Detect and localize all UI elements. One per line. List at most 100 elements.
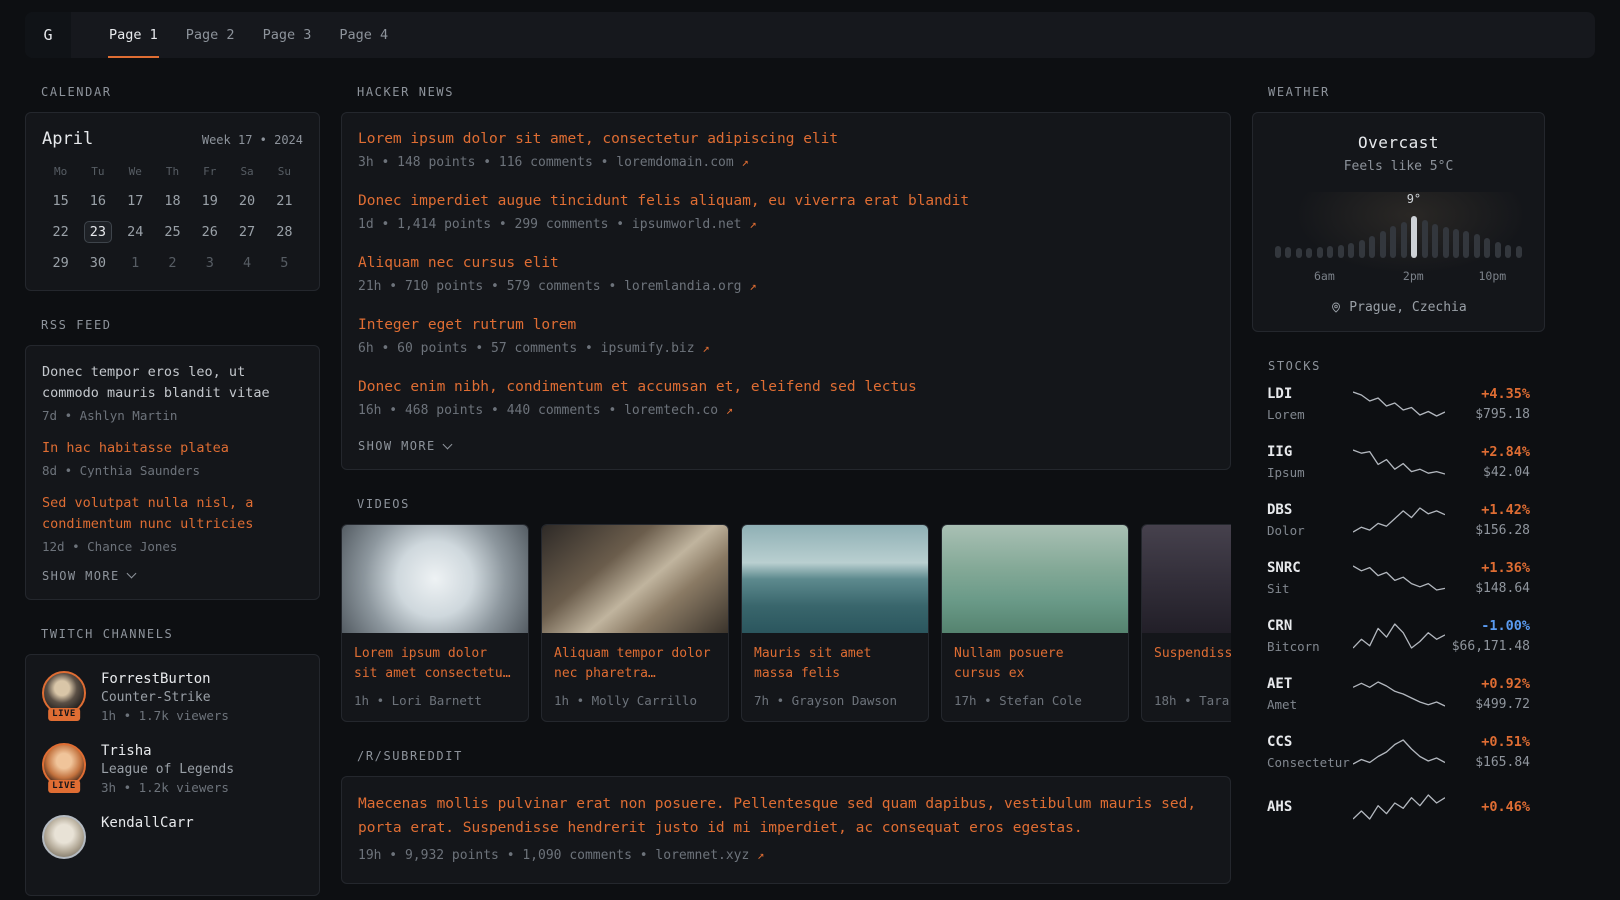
stock-row[interactable]: DBS Dolor +1.42% $156.28: [1267, 502, 1530, 538]
rss-item-title[interactable]: In hac habitasse platea: [42, 438, 303, 459]
meta-text: 19h • 9,932 points • 1,090 comments • lo…: [358, 848, 749, 863]
calendar-day: 29: [42, 252, 79, 274]
rss-item-meta: 8d • Cynthia Saunders: [42, 463, 303, 478]
stock-price: $156.28: [1445, 523, 1531, 538]
stock-row[interactable]: IIG Ipsum +2.84% $42.04: [1267, 444, 1530, 480]
video-title[interactable]: Mauris sit amet massa felis: [754, 644, 916, 685]
day-header-mo: Mo: [42, 165, 79, 178]
video-card[interactable]: Nullam posuere cursus ex 17h • Stefan Co…: [941, 524, 1129, 722]
channel-meta: 1h • 1.7k viewers: [101, 708, 229, 723]
hackernews-item-title[interactable]: Aliquam nec cursus elit: [358, 253, 1214, 274]
external-link-icon[interactable]: ↗: [726, 403, 733, 417]
video-meta: 17h • Stefan Cole: [954, 693, 1116, 708]
channel-name[interactable]: ForrestBurton: [101, 671, 229, 687]
stock-id: AET Amet: [1267, 676, 1353, 712]
stock-row[interactable]: AET Amet +0.92% $499.72: [1267, 676, 1530, 712]
video-card[interactable]: Suspendisse diam 18h • Tara: [1141, 524, 1231, 722]
stock-price: $66,171.48: [1445, 639, 1531, 654]
weather-widget: Overcast Feels like 5°C 9° 6am 2pm 10pm …: [1252, 112, 1545, 332]
subreddit-item-title[interactable]: Maecenas mollis pulvinar erat non posuer…: [358, 793, 1214, 841]
day-header-su: Su: [266, 165, 303, 178]
video-thumbnail[interactable]: [1142, 525, 1231, 633]
hackernews-item-title[interactable]: Lorem ipsum dolor sit amet, consectetur …: [358, 129, 1214, 150]
calendar-day-next-month: 2: [154, 252, 191, 274]
video-card[interactable]: Aliquam tempor dolor nec pharetra… 1h • …: [541, 524, 729, 722]
day-header-th: Th: [154, 165, 191, 178]
hackernews-section-title: HACKER NEWS: [357, 85, 1231, 99]
video-meta: 7h • Grayson Dawson: [754, 693, 916, 708]
day-header-we: We: [117, 165, 154, 178]
stock-sparkline: [1353, 621, 1445, 651]
meta-text: 16h • 468 points • 440 comments • loremt…: [358, 403, 718, 418]
video-thumbnail[interactable]: [342, 525, 528, 633]
video-meta: 18h • Tara: [1154, 693, 1231, 708]
stock-name: Bitcorn: [1267, 639, 1353, 654]
video-meta: 1h • Molly Carrillo: [554, 693, 716, 708]
channel-info: Trisha League of Legends 3h • 1.2k viewe…: [101, 743, 234, 795]
video-body: Lorem ipsum dolor sit amet consectetu… 1…: [342, 633, 528, 721]
twitch-channel-row[interactable]: LIVE ForrestBurton Counter-Strike 1h • 1…: [42, 671, 303, 723]
meta-text: 3h • 148 points • 116 comments • loremdo…: [358, 155, 734, 170]
stock-row[interactable]: CCS Consectetur +0.51% $165.84: [1267, 734, 1530, 770]
weather-current-temp: 9°: [1407, 192, 1421, 206]
stock-row[interactable]: LDI Lorem +4.35% $795.18: [1267, 386, 1530, 422]
external-link-icon[interactable]: ↗: [749, 217, 756, 231]
stock-symbol: AHS: [1267, 799, 1353, 815]
hackernews-item-title[interactable]: Donec imperdiet augue tincidunt felis al…: [358, 191, 1214, 212]
twitch-section-title: TWITCH CHANNELS: [41, 627, 320, 641]
hackernews-item-title[interactable]: Donec enim nibh, condimentum et accumsan…: [358, 377, 1214, 398]
calendar-day: 30: [79, 252, 116, 274]
twitch-channel-row[interactable]: KendallCarr: [42, 815, 303, 859]
video-card[interactable]: Mauris sit amet massa felis 7h • Grayson…: [741, 524, 929, 722]
tab-page-1[interactable]: Page 1: [108, 12, 159, 58]
stock-values: +1.36% $148.64: [1445, 560, 1531, 596]
stock-values: -1.00% $66,171.48: [1445, 618, 1531, 654]
video-body: Nullam posuere cursus ex 17h • Stefan Co…: [942, 633, 1128, 721]
rss-item-title[interactable]: Sed volutpat nulla nisl, a condimentum n…: [42, 493, 303, 535]
subreddit-item: Maecenas mollis pulvinar erat non posuer…: [358, 793, 1214, 863]
external-link-icon[interactable]: ↗: [702, 341, 709, 355]
video-thumbnail[interactable]: [542, 525, 728, 633]
twitch-channel-row[interactable]: LIVE Trisha League of Legends 3h • 1.2k …: [42, 743, 303, 795]
rss-item-title[interactable]: Donec tempor eros leo, ut commodo mauris…: [42, 362, 303, 404]
weather-location-label: Prague, Czechia: [1349, 300, 1466, 315]
video-title[interactable]: Lorem ipsum dolor sit amet consectetu…: [354, 644, 516, 685]
video-card[interactable]: Lorem ipsum dolor sit amet consectetu… 1…: [341, 524, 529, 722]
rss-show-more-button[interactable]: SHOW MORE: [42, 569, 135, 583]
stock-sparkline: [1353, 389, 1445, 419]
stock-row[interactable]: AHS +0.46%: [1267, 792, 1530, 822]
hackernews-item-meta: 21h • 710 points • 579 comments • loreml…: [358, 279, 1214, 294]
calendar-day-next-month: 4: [228, 252, 265, 274]
stock-sparkline: [1353, 505, 1445, 535]
stock-row[interactable]: CRN Bitcorn -1.00% $66,171.48: [1267, 618, 1530, 654]
calendar-month-label: April: [42, 129, 93, 149]
stock-sparkline: [1353, 792, 1445, 822]
stock-row[interactable]: SNRC Sit +1.36% $148.64: [1267, 560, 1530, 596]
video-thumbnail[interactable]: [742, 525, 928, 633]
channel-name[interactable]: KendallCarr: [101, 815, 194, 831]
hackernews-show-more-button[interactable]: SHOW MORE: [358, 439, 451, 453]
video-title[interactable]: Suspendisse diam: [1154, 644, 1231, 685]
calendar-day-today: 23: [84, 221, 111, 243]
calendar-day: 15: [42, 190, 79, 212]
stock-id: CCS Consectetur: [1267, 734, 1353, 770]
video-thumbnail[interactable]: [942, 525, 1128, 633]
show-more-label: SHOW MORE: [358, 439, 436, 453]
video-title[interactable]: Aliquam tempor dolor nec pharetra…: [554, 644, 716, 685]
tab-page-4[interactable]: Page 4: [338, 12, 389, 58]
calendar-day-headers: Mo Tu We Th Fr Sa Su: [42, 165, 303, 178]
external-link-icon[interactable]: ↗: [749, 279, 756, 293]
rss-item: Sed volutpat nulla nisl, a condimentum n…: [42, 493, 303, 554]
external-link-icon[interactable]: ↗: [757, 848, 764, 862]
external-link-icon[interactable]: ↗: [742, 155, 749, 169]
stock-id: DBS Dolor: [1267, 502, 1353, 538]
hackernews-item: Integer eget rutrum lorem 6h • 60 points…: [358, 315, 1214, 356]
tab-page-3[interactable]: Page 3: [262, 12, 313, 58]
stock-symbol: AET: [1267, 676, 1353, 692]
hackernews-item: Donec enim nibh, condimentum et accumsan…: [358, 377, 1214, 418]
app-logo[interactable]: G: [25, 12, 71, 58]
tab-page-2[interactable]: Page 2: [185, 12, 236, 58]
hackernews-item-title[interactable]: Integer eget rutrum lorem: [358, 315, 1214, 336]
video-title[interactable]: Nullam posuere cursus ex: [954, 644, 1116, 685]
channel-name[interactable]: Trisha: [101, 743, 234, 759]
